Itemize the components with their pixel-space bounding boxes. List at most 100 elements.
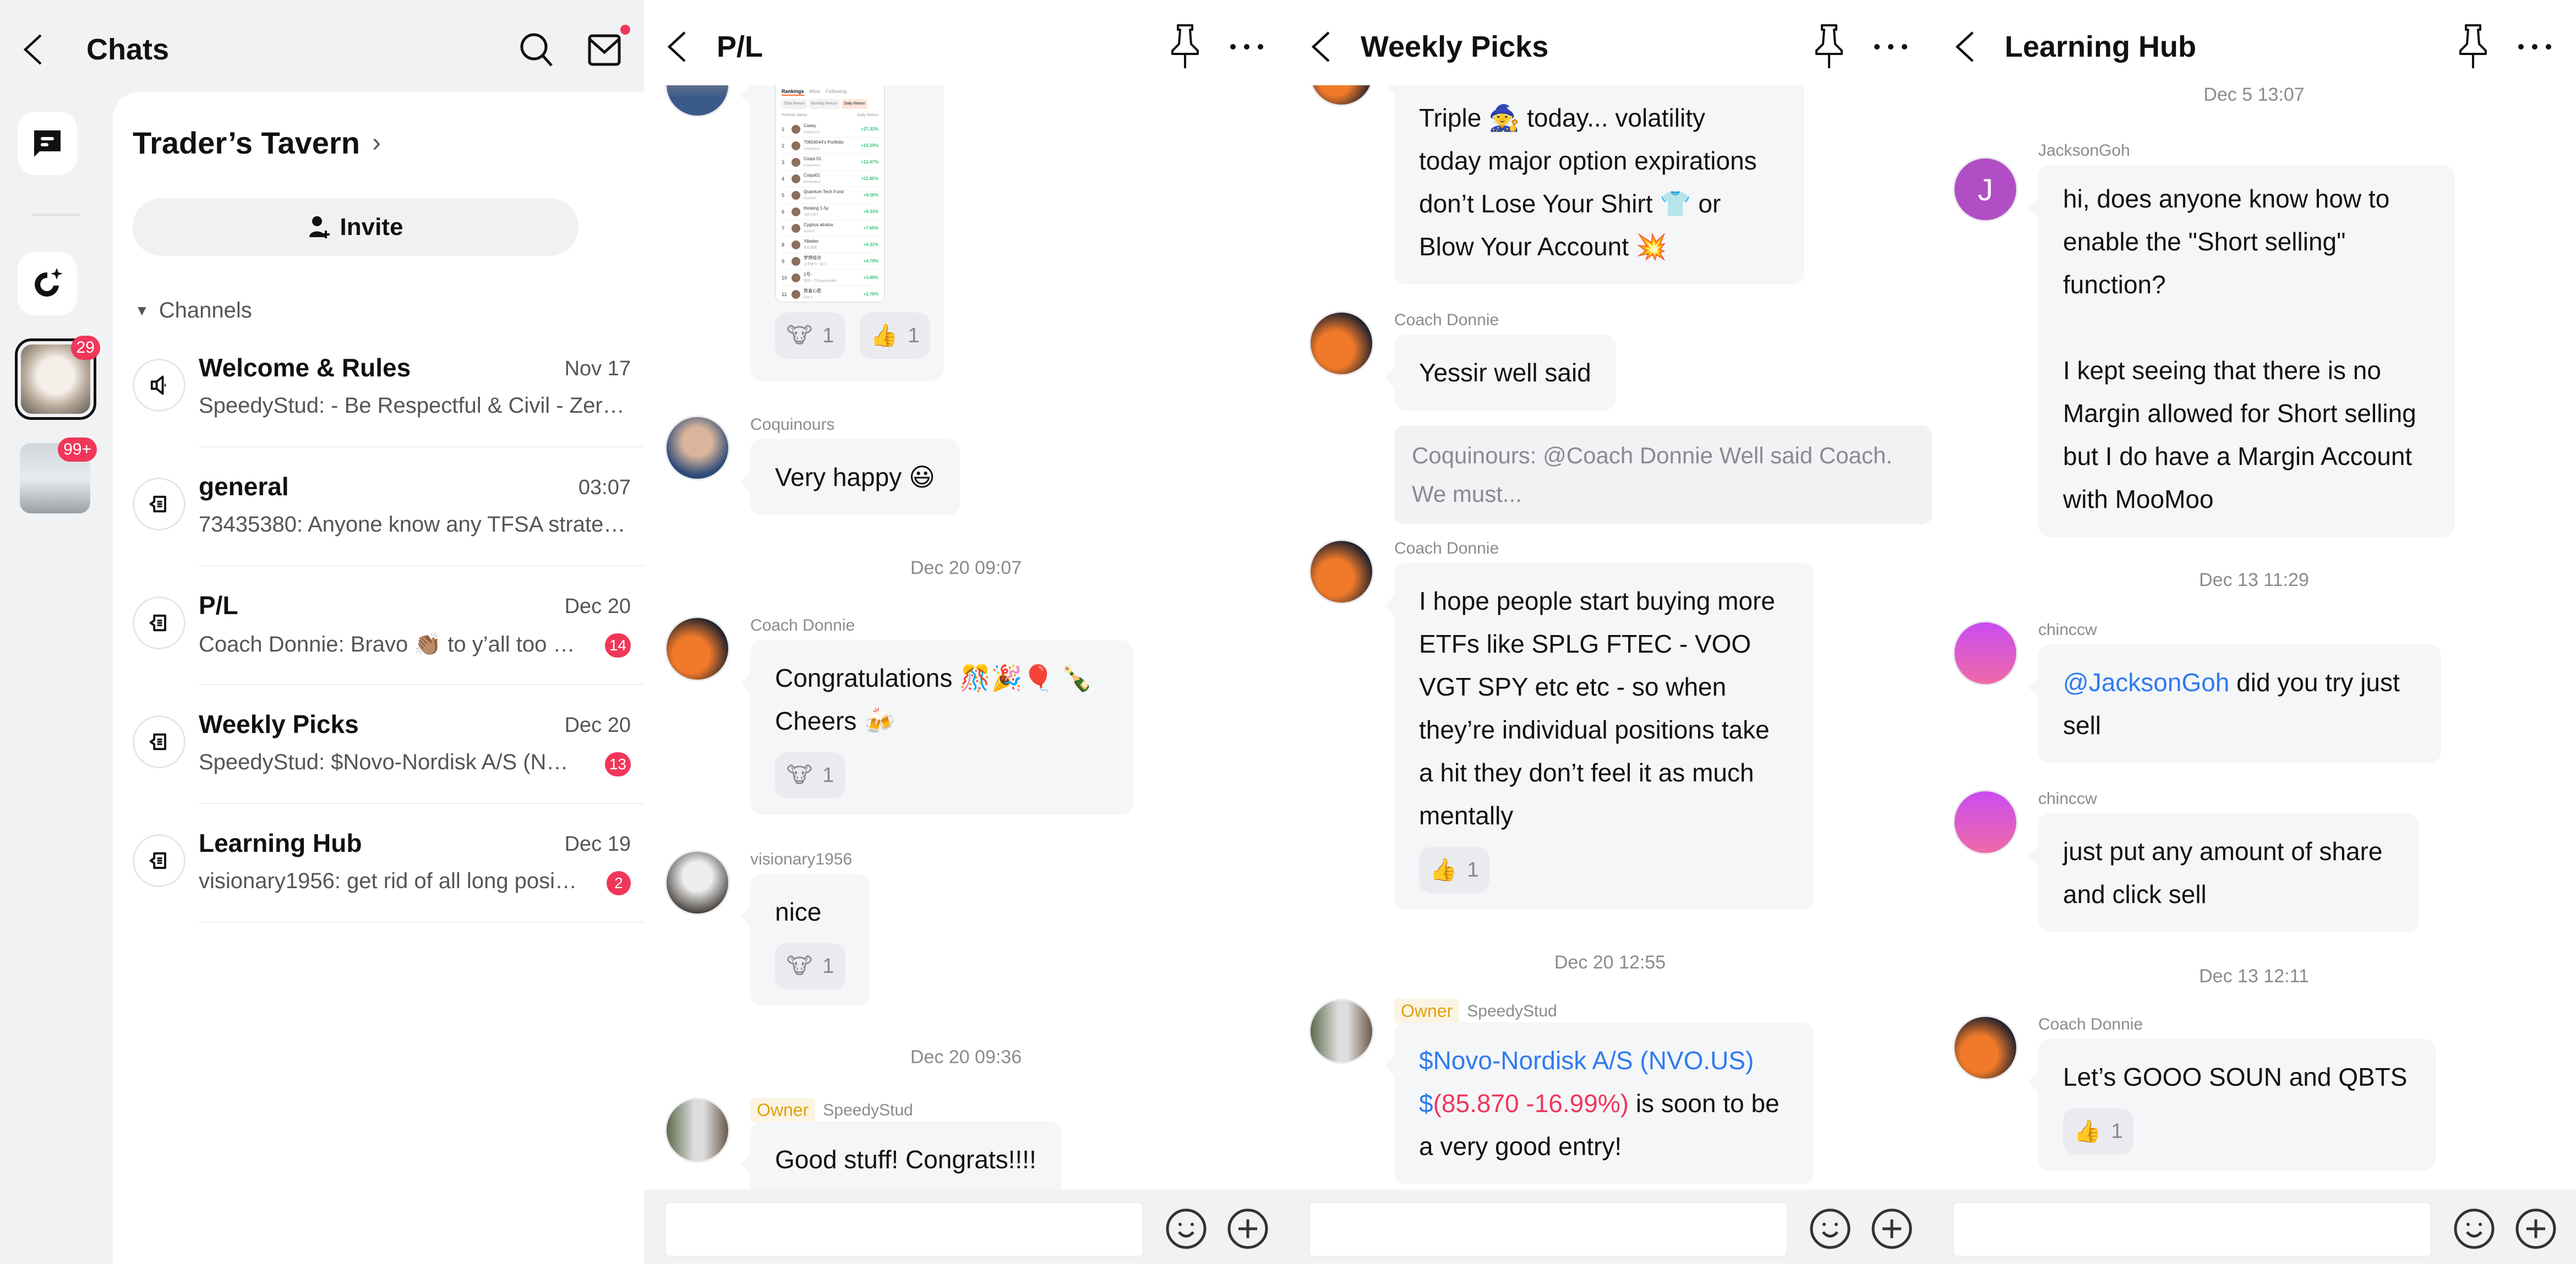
unread-badge: 13 [604,752,631,776]
ranking-name: thinking 1-5y [804,205,829,211]
ranking-avatar [792,190,800,200]
user-avatar[interactable] [1309,999,1374,1064]
cow-emoji-icon: 🐮 [786,763,813,787]
sender-name: SpeedyStud [1467,1002,1557,1020]
shared-screenshot[interactable]: moofolio⌕ Rankings Mine Following Total … [775,85,885,303]
more-icon[interactable] [1871,39,1910,55]
user-avatar[interactable] [1309,85,1374,106]
message-list[interactable]: moofolio⌕ Rankings Mine Following Total … [644,85,1288,1190]
message-list[interactable]: Triple 🧙 today... volatility today major… [1288,85,1932,1190]
message-text: mentally [1419,801,1514,830]
message-input[interactable] [1953,1202,2432,1257]
reaction-count: 1 [822,324,834,347]
plus-icon[interactable] [1870,1207,1913,1250]
divider [199,922,644,923]
ranking-rank: 5 [782,192,785,198]
sender-name: SpeedyStud [823,1101,913,1119]
stock-link[interactable]: $Novo-Nordisk A/S (NVO.US) [1419,1039,1789,1082]
pin-icon[interactable] [2454,22,2492,72]
reaction-count: 1 [822,955,834,978]
reaction-chip[interactable]: 🐮 1 [775,943,845,989]
more-icon[interactable] [2515,39,2554,55]
message-bubble: $Novo-Nordisk A/S (NVO.US) $(85.870 -16.… [1384,1022,1814,1184]
channel-item-pl[interactable]: P/L Dec 20 Coach Donnie: Bravo 👏🏽 to y’a… [133,566,644,685]
message-text: did you try just [2229,668,2400,697]
ranking-rank: 6 [782,209,785,215]
mail-button[interactable] [586,25,630,69]
screenshot-rows: 1 Casey cowboy222 +27.32% 2 70654044's Portfo… [782,121,878,302]
ranking-return: +7.65% [863,225,878,231]
message-input[interactable] [1309,1202,1788,1257]
price-change[interactable]: (85.870 -16.99%) [1433,1089,1629,1118]
reaction-chip[interactable]: 👍 1 [1419,847,1489,893]
plus-icon[interactable] [2514,1207,2557,1250]
channel-item-learning-hub[interactable]: Learning Hub Dec 19 visionary1956: get r… [133,804,644,923]
invite-label: Invite [340,213,403,240]
more-icon[interactable] [1227,39,1266,55]
emoji-icon[interactable] [2453,1207,2496,1250]
user-avatar[interactable] [665,415,730,480]
back-icon[interactable] [664,30,691,63]
emoji-icon[interactable] [1165,1207,1208,1250]
owner-badge: Owner [1394,999,1460,1024]
invite-button[interactable]: Invite [133,198,578,256]
reaction-chip[interactable]: 🐮 1 [775,752,845,798]
screenshot-tab: Mine [809,89,821,94]
back-icon[interactable] [20,33,47,66]
ranking-rank: 3 [782,159,785,165]
user-avatar[interactable]: J [1953,157,2018,222]
user-avatar[interactable] [665,85,730,117]
reaction-chip[interactable]: 🐮 1 [775,313,845,359]
back-icon[interactable] [1308,30,1335,63]
channel-name: P/L [199,591,238,620]
ranking-name: 70654044's Portfolio [804,139,844,145]
user-avatar[interactable] [665,850,730,915]
community-avatar[interactable]: 99+ [20,437,97,513]
community-name-link[interactable]: Trader’s Tavern › [133,125,381,161]
channels-header[interactable]: ▼ Channels [135,298,252,323]
rail-messages-button[interactable] [18,112,77,175]
user-avatar[interactable] [1309,311,1374,376]
user-avatar[interactable] [1309,539,1374,604]
back-icon[interactable] [1952,30,1979,63]
timestamp: Dec 20 09:07 [910,557,1022,578]
ranking-row: 5 Quantum Tech Fund KianSoh +9.56% [782,187,878,204]
caret-down-icon: ▼ [135,302,149,319]
ranking-return: +8.33% [863,209,878,214]
reaction-chip[interactable]: 👍 1 [2063,1108,2133,1154]
channel-preview: visionary1956: get rid of all long posit… [199,869,578,893]
ranking-row: 2 70654044's Portfolio nyseoption +15.19% [782,138,878,154]
screenshot-tab: Rankings [782,88,804,96]
user-avatar[interactable] [665,616,730,681]
channel-item-general[interactable]: general 03:07 73435380: Anyone know any … [133,447,644,566]
plus-icon[interactable] [1226,1207,1269,1250]
reaction-chip[interactable]: 👍 1 [860,313,930,359]
message-list[interactable]: Dec 5 13:07 J JacksonGoh hi, does anyone… [1932,85,2576,1190]
channel-item-weekly-picks[interactable]: Weekly Picks Dec 20 SpeedyStud: $Novo-No… [133,685,644,804]
user-avatar[interactable] [1953,1015,2018,1080]
col-label: Portfolio Name [782,113,807,117]
ranking-avatar [792,174,800,183]
community-avatar-selected[interactable]: 29 [15,336,100,420]
rail-discover-button[interactable] [18,252,77,315]
chat-header: Learning Hub [1932,0,2576,85]
message-text: Good stuff! Congrats!!!! [775,1145,1036,1174]
community-rail: 29 99+ [0,96,113,1264]
sender-name: chinccw [2038,790,2097,808]
ranking-user: cowboy222 [804,130,821,134]
emoji-icon[interactable] [1809,1207,1852,1250]
pin-icon[interactable] [1810,22,1848,72]
message-bubble: @JacksonGoh did you try just sell [2028,644,2441,763]
quoted-reply[interactable]: Coquinours: @Coach Donnie Well said Coac… [1394,425,1932,524]
user-avatar[interactable] [1953,790,2018,855]
search-icon[interactable] [517,30,556,69]
channel-item-welcome-rules[interactable]: Welcome & Rules Nov 17 SpeedyStud: - Be … [133,329,644,447]
ranking-return: +13.47% [861,159,878,165]
user-avatar[interactable] [665,1098,730,1163]
user-avatar[interactable] [1953,621,2018,686]
message-input[interactable] [665,1202,1144,1257]
channel-name: Welcome & Rules [199,353,411,382]
message-bubble: hi, does anyone know how to enable the "… [2028,165,2455,537]
mention-link[interactable]: @JacksonGoh [2063,668,2229,697]
pin-icon[interactable] [1166,22,1204,72]
